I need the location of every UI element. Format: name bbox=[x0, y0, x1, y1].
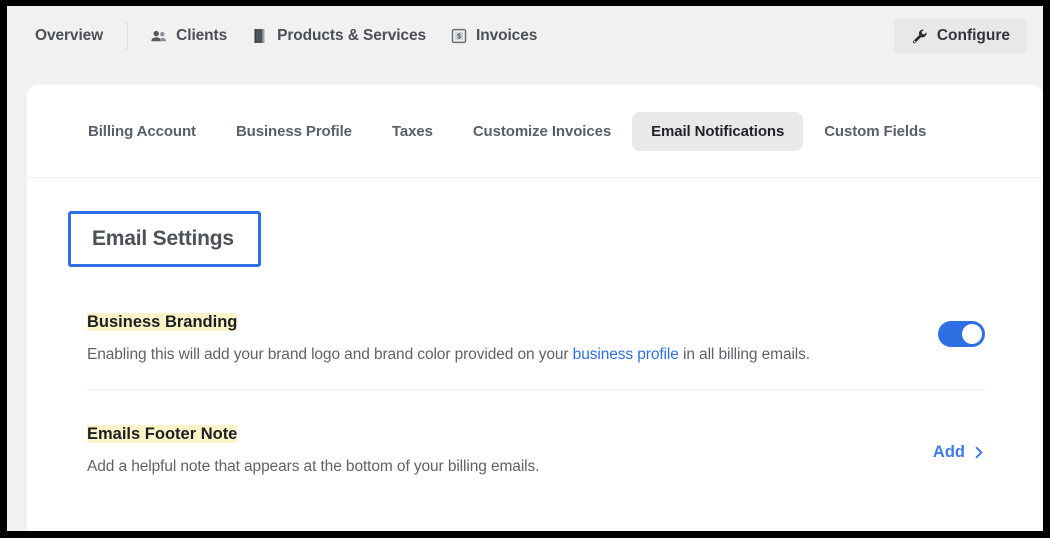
toggle-knob bbox=[962, 324, 982, 344]
tab-billing-account[interactable]: Billing Account bbox=[69, 112, 215, 151]
tab-custom-fields[interactable]: Custom Fields bbox=[805, 112, 945, 151]
setting-text-block: Business Branding Enabling this will add… bbox=[87, 309, 810, 366]
nav-item-label: Overview bbox=[35, 27, 104, 44]
settings-card-body: Email Settings Business Branding Enablin… bbox=[27, 178, 1043, 478]
nav-item-label: Clients bbox=[176, 27, 228, 44]
nav-item-overview[interactable]: Overview bbox=[35, 23, 103, 49]
people-icon bbox=[150, 27, 168, 45]
app-screen: Overview Clients Products & Services $ I… bbox=[7, 6, 1043, 531]
settings-card: Billing Account Business Profile Taxes C… bbox=[27, 85, 1043, 531]
configure-button-label: Configure bbox=[936, 27, 1010, 44]
tab-taxes[interactable]: Taxes bbox=[373, 112, 452, 151]
add-button-label: Add bbox=[932, 442, 965, 461]
business-profile-link[interactable]: business profile bbox=[573, 346, 679, 363]
settings-tab-bar: Billing Account Business Profile Taxes C… bbox=[27, 85, 1043, 178]
chevron-right-icon bbox=[974, 446, 985, 459]
setting-row-emails-footer-note: Emails Footer Note Add a helpful note th… bbox=[65, 421, 1005, 478]
invoice-icon: $ bbox=[450, 27, 468, 45]
top-nav-items: Overview Clients Products & Services $ I… bbox=[35, 6, 894, 66]
nav-item-clients[interactable]: Clients bbox=[150, 23, 227, 49]
tab-email-notifications[interactable]: Email Notifications bbox=[632, 111, 804, 151]
nav-item-invoices[interactable]: $ Invoices bbox=[450, 23, 537, 49]
settings-row-divider bbox=[87, 388, 985, 390]
nav-item-products-and-services[interactable]: Products & Services bbox=[251, 23, 426, 49]
description-text-after: in all billing emails. bbox=[678, 345, 811, 363]
configure-button[interactable]: Configure bbox=[893, 18, 1027, 54]
setting-description-business-branding: Enabling this will add your brand logo a… bbox=[87, 345, 810, 366]
setting-label-business-branding: Business Branding bbox=[87, 313, 238, 331]
nav-vertical-divider bbox=[127, 22, 129, 50]
tab-business-profile[interactable]: Business Profile bbox=[217, 112, 371, 151]
setting-label-emails-footer-note: Emails Footer Note bbox=[87, 424, 238, 443]
wrench-icon bbox=[911, 27, 929, 45]
add-footer-note-button[interactable]: Add bbox=[933, 443, 985, 462]
top-navigation-bar: Overview Clients Products & Services $ I… bbox=[7, 6, 1043, 66]
page-title: Email Settings bbox=[92, 227, 234, 250]
email-settings-heading-highlight: Email Settings bbox=[68, 211, 261, 267]
nav-item-label: Invoices bbox=[476, 27, 538, 44]
setting-text-block: Emails Footer Note Add a helpful note th… bbox=[87, 421, 539, 478]
svg-text:$: $ bbox=[457, 33, 461, 40]
business-branding-toggle[interactable] bbox=[938, 321, 985, 347]
nav-item-label: Products & Services bbox=[277, 27, 426, 44]
setting-row-business-branding: Business Branding Enabling this will add… bbox=[65, 309, 1005, 366]
setting-description-emails-footer-note: Add a helpful note that appears at the b… bbox=[87, 457, 540, 475]
description-text-before: Enabling this will add your brand logo a… bbox=[87, 345, 573, 363]
tab-customize-invoices[interactable]: Customize Invoices bbox=[454, 112, 630, 151]
book-icon bbox=[251, 27, 269, 45]
